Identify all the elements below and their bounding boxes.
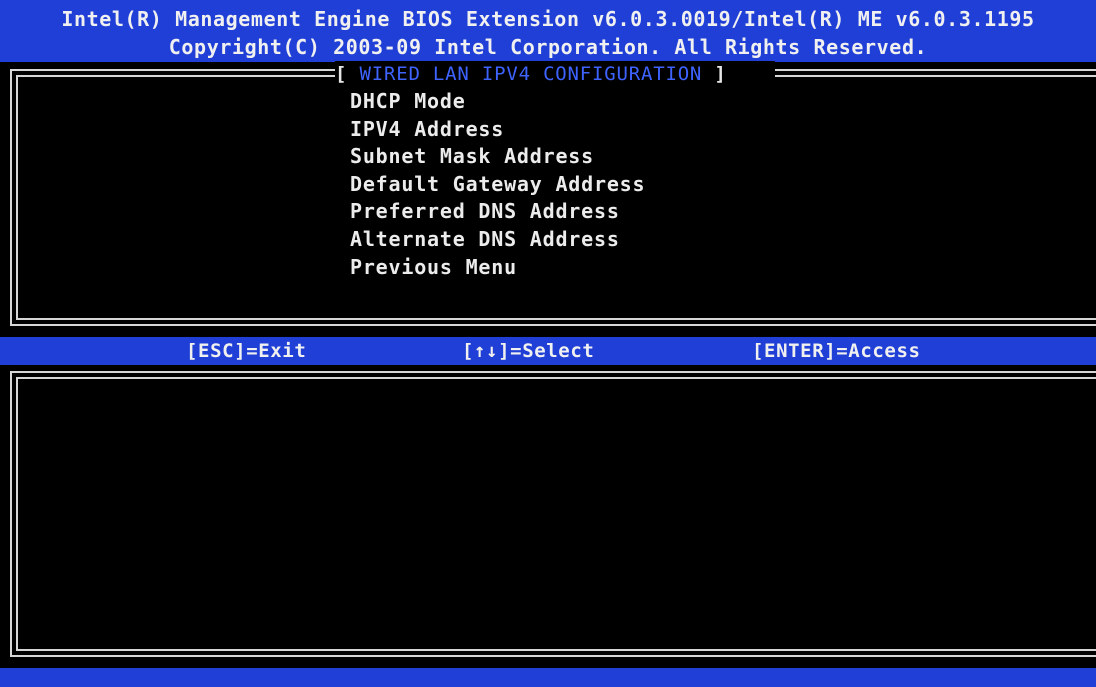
menu-item-ipv4-address[interactable]: IPV4 Address — [340, 116, 655, 144]
bios-screen: Intel(R) Management Engine BIOS Extensio… — [0, 0, 1096, 687]
key-hint-exit: [ESC]=Exit — [186, 340, 307, 362]
title-bar: Intel(R) Management Engine BIOS Extensio… — [0, 0, 1096, 62]
menu-item-dhcp-mode[interactable]: DHCP Mode — [350, 89, 466, 113]
menu-item-default-gateway-address[interactable]: Default Gateway Address — [340, 171, 655, 199]
section-bracket-open: [ — [335, 63, 360, 85]
section-title: [ WIRED LAN IPV4 CONFIGURATION ] — [335, 61, 775, 87]
menu-item-alternate-dns-address[interactable]: Alternate DNS Address — [340, 226, 655, 254]
menu-item-previous-menu[interactable]: Previous Menu — [340, 254, 655, 282]
menu-item-preferred-dns-address[interactable]: Preferred DNS Address — [340, 198, 655, 226]
bios-version-title: Intel(R) Management Engine BIOS Extensio… — [61, 7, 1035, 31]
section-title-text: WIRED LAN IPV4 CONFIGURATION — [359, 63, 703, 85]
key-hint-access: [ENTER]=Access — [752, 340, 921, 362]
info-panel — [18, 379, 1096, 649]
key-hint-select: [↑↓]=Select — [462, 340, 595, 362]
menu-item-subnet-mask-address[interactable]: Subnet Mask Address — [340, 143, 655, 171]
section-bracket-close: ] — [702, 63, 727, 85]
ipv4-config-menu: DHCP Mode IPV4 Address Subnet Mask Addre… — [340, 88, 655, 281]
status-bar — [0, 668, 1096, 687]
key-help-bar: [ESC]=Exit [↑↓]=Select [ENTER]=Access — [0, 337, 1096, 365]
copyright-notice: Copyright(C) 2003-09 Intel Corporation. … — [168, 35, 928, 59]
